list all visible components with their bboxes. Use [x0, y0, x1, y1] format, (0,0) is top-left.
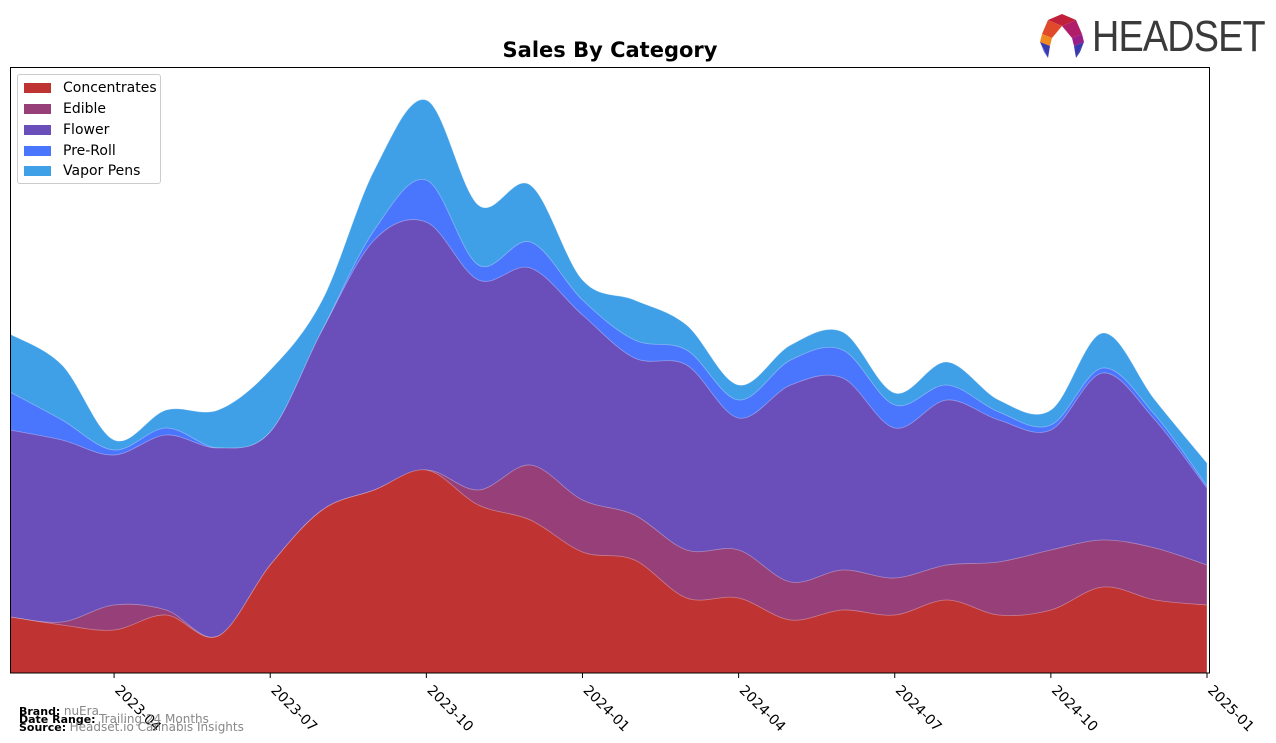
x-tick-label: 2025-01	[1204, 683, 1257, 736]
chart-plot: 2023-04 2023-07 2023-10 2024-01 2024-04 2024-…	[9, 67, 1257, 735]
legend-item-edible: Edible	[24, 100, 106, 118]
stacked-areas	[9, 99, 1208, 674]
legend-item-flower: Flower	[24, 121, 109, 139]
legend-label: Pre-Roll	[63, 143, 116, 159]
legend-item-pre-roll: Pre-Roll	[24, 142, 116, 160]
x-axis: 2023-04 2023-07 2023-10 2024-01 2024-04 2024-…	[111, 673, 1257, 735]
x-tick-label: 2024-01	[580, 683, 633, 736]
footer-source-label: Source:	[19, 721, 67, 734]
x-tick-label: 2024-10	[1048, 683, 1101, 736]
legend-swatch-flower	[24, 125, 51, 135]
legend-item-concentrates: Concentrates	[24, 79, 157, 97]
legend-label: Concentrates	[63, 80, 157, 96]
footer-source-value: Headset.io Cannabis Insights	[69, 720, 244, 734]
x-tick-label: 2023-07	[267, 683, 320, 736]
legend-swatch-edible	[24, 104, 51, 114]
legend-swatch-pre-roll	[24, 146, 51, 156]
x-tick-label: 2023-10	[424, 683, 477, 736]
legend-label: Edible	[63, 101, 107, 117]
chart-legend: Concentrates Edible Flower Pre-Roll Vapo…	[17, 74, 161, 184]
x-tick-label: 2024-04	[736, 683, 789, 736]
footer-source: Source: Headset.io Cannabis Insights	[19, 720, 244, 734]
x-tick-label: 2024-07	[892, 683, 945, 736]
legend-label: Vapor Pens	[63, 163, 141, 179]
legend-label: Flower	[63, 122, 110, 138]
legend-swatch-concentrates	[24, 83, 51, 93]
legend-item-vapor-pens: Vapor Pens	[24, 162, 140, 180]
legend-swatch-vapor-pens	[24, 166, 51, 176]
